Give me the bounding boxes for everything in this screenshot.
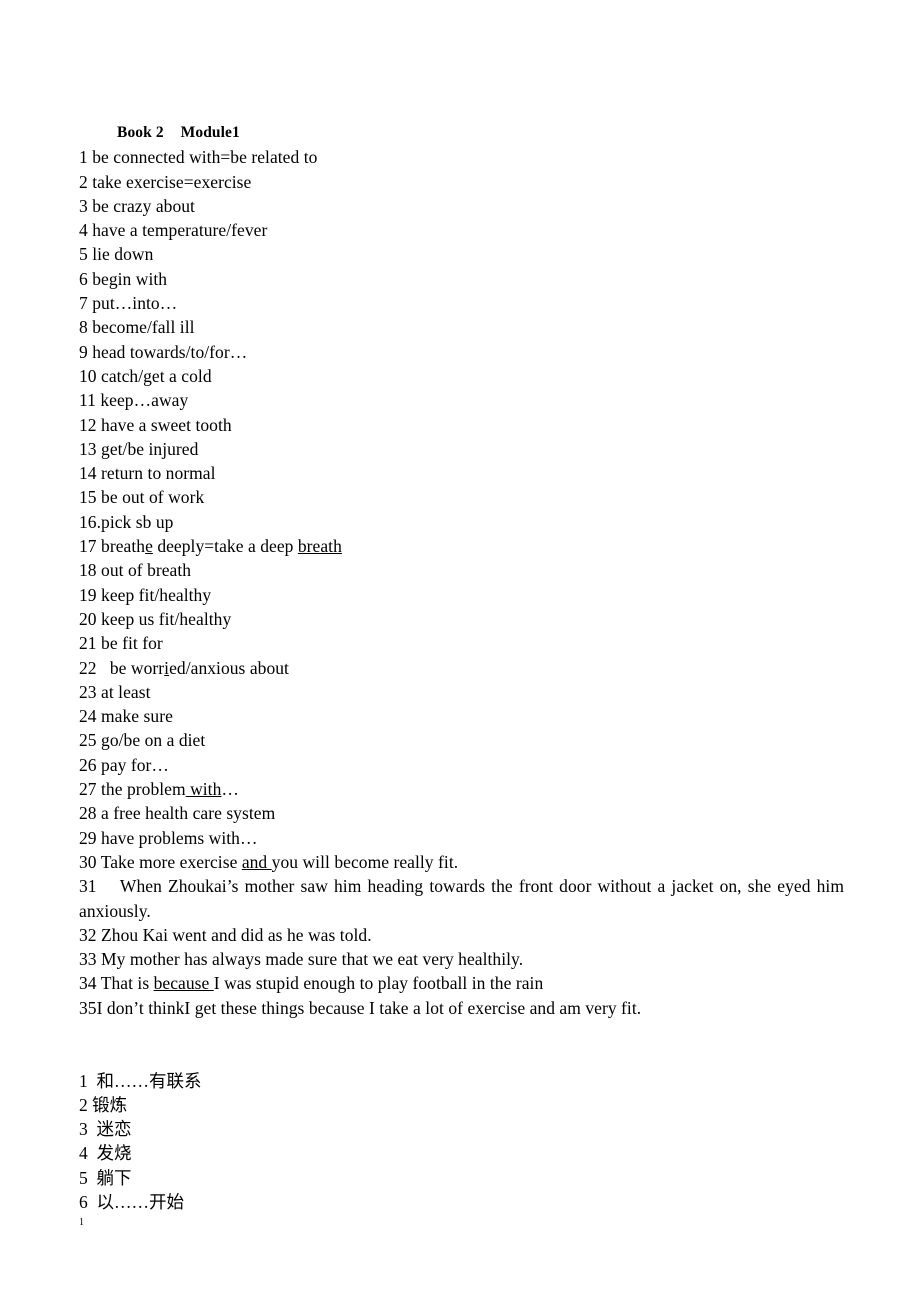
vocab-entry-33: 33 My mother has always made sure that w… <box>79 949 524 970</box>
vocab-entry-15: 15 be out of work <box>79 487 205 508</box>
entry-30-underlined-and: and <box>241 851 272 872</box>
entry-27-underlined-with: with <box>185 779 222 800</box>
entry-30-suffix: you will become really fit. <box>271 851 459 872</box>
vocab-entry-5: 5 lie down <box>79 244 154 265</box>
translation-entry-3: 3 迷恋 <box>79 1119 132 1140</box>
entry-17-underlined-e: e <box>145 536 153 557</box>
vocab-entry-22: 22 be worried/anxious about <box>79 656 844 680</box>
page-number: 1 <box>79 1217 84 1229</box>
document-title: Book 2 Module1 <box>117 124 240 141</box>
vocab-entry-27: 27 the problem with… <box>79 777 844 801</box>
entry-22-suffix: ed/anxious about <box>169 657 289 678</box>
vocab-entry-30: 30 Take more exercise and you will becom… <box>79 850 844 874</box>
entry-34-underlined-because: because <box>153 973 214 994</box>
entry-22-prefix: 22 be worr <box>79 657 165 678</box>
vocab-entry-24: 24 make sure <box>79 706 173 727</box>
vocab-entry-8: 8 become/fall ill <box>79 317 195 338</box>
vocab-entry-21: 21 be fit for <box>79 633 163 654</box>
translation-entry-4: 4 发烧 <box>79 1143 132 1164</box>
vocab-entry-16: 16.pick sb up <box>79 511 174 532</box>
vocab-entry-3: 3 be crazy about <box>79 195 195 216</box>
document-body: Book 2 Module1 1 be connected with=be re… <box>79 121 844 1230</box>
vocab-entry-1: 1 be connected with=be related to <box>79 147 318 168</box>
vocab-entry-4: 4 have a temperature/fever <box>79 220 268 241</box>
document-page: Book 2 Module1 1 be connected with=be re… <box>0 0 920 1302</box>
vocab-entry-11: 11 keep…away <box>79 390 189 411</box>
vocab-entry-6: 6 begin with <box>79 268 168 289</box>
entry-34-suffix: I was stupid enough to play football in … <box>213 973 544 994</box>
translation-entry-5: 5 躺下 <box>79 1167 132 1188</box>
entry-17-middle: deeply=take a deep <box>152 536 298 557</box>
vocab-entry-32: 32 Zhou Kai went and did as he was told. <box>79 924 372 945</box>
vocab-entry-13: 13 get/be injured <box>79 438 199 459</box>
entry-17-underlined-breath: breath <box>297 536 342 557</box>
vocab-entry-9: 9 head towards/to/for… <box>79 341 248 362</box>
vocab-entry-14: 14 return to normal <box>79 463 216 484</box>
vocab-entry-29: 29 have problems with… <box>79 827 258 848</box>
vocab-entry-12: 12 have a sweet tooth <box>79 414 232 435</box>
vocab-entry-7: 7 put…into… <box>79 293 178 314</box>
translation-entry-1: 1 和……有联系 <box>79 1070 202 1091</box>
translation-entry-2: 2 锻炼 <box>79 1094 128 1115</box>
vocab-entry-17: 17 breathe deeply=take a deep breath <box>79 534 844 558</box>
vocab-entry-23: 23 at least <box>79 681 151 702</box>
entry-27-prefix: 27 the problem <box>79 779 186 800</box>
vocab-entry-35: 35I don’t thinkI get these things becaus… <box>79 997 642 1018</box>
vocab-entry-25: 25 go/be on a diet <box>79 730 206 751</box>
vocab-entry-19: 19 keep fit/healthy <box>79 584 212 605</box>
vocab-entry-20: 20 keep us fit/healthy <box>79 608 232 629</box>
vocab-entry-31: 31 When Zhoukai’s mother saw him heading… <box>79 876 849 921</box>
vocab-entry-10: 10 catch/get a cold <box>79 365 212 386</box>
entry-17-prefix: 17 breath <box>79 536 146 557</box>
vocab-entry-28: 28 a free health care system <box>79 803 276 824</box>
entry-30-prefix: 30 Take more exercise <box>79 851 242 872</box>
vocab-entry-34: 34 That is because I was stupid enough t… <box>79 971 844 995</box>
translation-entry-6: 6 以……开始 <box>79 1192 184 1213</box>
entry-27-suffix: … <box>221 779 239 800</box>
vocab-entry-2: 2 take exercise=exercise <box>79 171 252 192</box>
entry-34-prefix: 34 That is <box>79 973 154 994</box>
vocab-entry-18: 18 out of breath <box>79 560 192 581</box>
vocab-entry-26: 26 pay for… <box>79 754 169 775</box>
